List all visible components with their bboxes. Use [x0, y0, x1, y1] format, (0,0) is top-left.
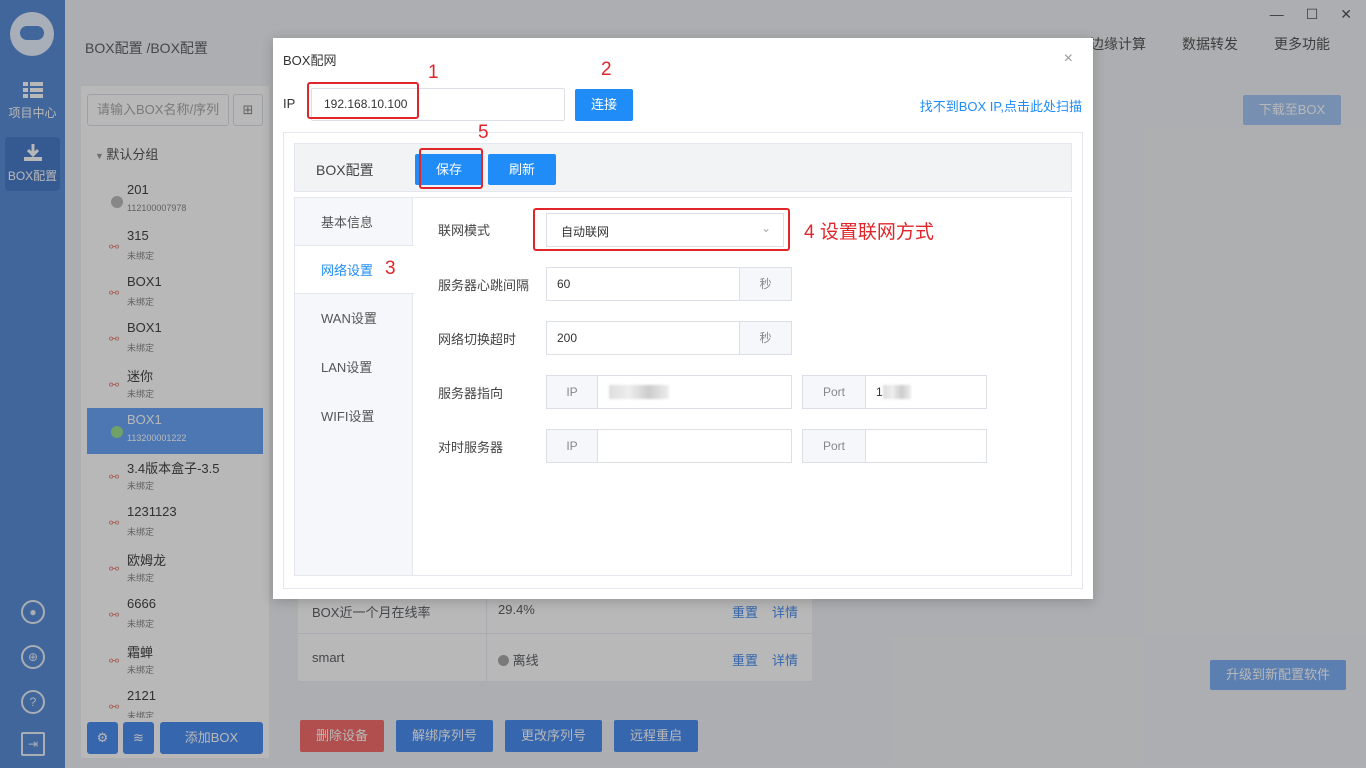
config-tabs: 基本信息 网络设置 WAN设置 LAN设置 WIFI设置 [295, 198, 414, 575]
switch-timeout-input[interactable]: 200 秒 [546, 321, 792, 355]
tab-lan-settings[interactable]: LAN设置 [295, 343, 412, 392]
annotation-2: 2 [601, 59, 612, 80]
annotation-box-ip [307, 82, 419, 119]
config-body: 基本信息 网络设置 WAN设置 LAN设置 WIFI设置 联网模式 自动联网 ⌄… [294, 197, 1072, 576]
redacted-value [883, 385, 911, 399]
tab-wan-settings[interactable]: WAN设置 [295, 294, 412, 343]
network-mode-label: 联网模式 [438, 223, 491, 238]
config-container: BOX配置 保存 刷新 基本信息 网络设置 WAN设置 LAN设置 WIFI设置… [283, 132, 1083, 589]
server-port-input[interactable]: Port 1 [802, 375, 987, 409]
config-title: BOX配置 [316, 162, 374, 178]
dialog-title: BOX配网 [283, 53, 337, 68]
annotation-5: 5 [478, 122, 489, 143]
tab-network-settings[interactable]: 网络设置 [295, 245, 414, 294]
scan-link[interactable]: 找不到BOX IP,点击此处扫描 [920, 96, 1082, 115]
time-server-port-input[interactable]: Port [802, 429, 987, 463]
heartbeat-input[interactable]: 60 秒 [546, 267, 792, 301]
annotation-3: 3 [385, 258, 396, 279]
redacted-value [609, 385, 669, 399]
unit-seconds: 秒 [739, 322, 791, 354]
server-pointer-label: 服务器指向 [438, 386, 504, 401]
switch-timeout-label: 网络切换超时 [438, 332, 517, 347]
annotation-box-mode [533, 208, 790, 251]
ip-label: IP [283, 96, 296, 111]
time-server-label: 对时服务器 [438, 440, 504, 455]
config-header: BOX配置 保存 刷新 [294, 143, 1072, 192]
server-ip-input[interactable]: IP [546, 375, 792, 409]
box-network-dialog: BOX配网 × IP 192.168.10.100 连接 找不到BOX IP,点… [273, 38, 1093, 599]
annotation-1: 1 [428, 62, 439, 83]
close-icon[interactable]: × [1064, 50, 1073, 68]
tab-wifi-settings[interactable]: WIFI设置 [295, 392, 412, 441]
connect-button[interactable]: 连接 [575, 89, 633, 121]
unit-seconds: 秒 [739, 268, 791, 300]
tab-basic-info[interactable]: 基本信息 [295, 198, 412, 247]
annotation-box-save [419, 148, 483, 189]
annotation-4: 4 设置联网方式 [804, 222, 934, 243]
refresh-button[interactable]: 刷新 [488, 154, 556, 185]
time-server-ip-input[interactable]: IP [546, 429, 792, 463]
heartbeat-label: 服务器心跳间隔 [438, 278, 530, 293]
